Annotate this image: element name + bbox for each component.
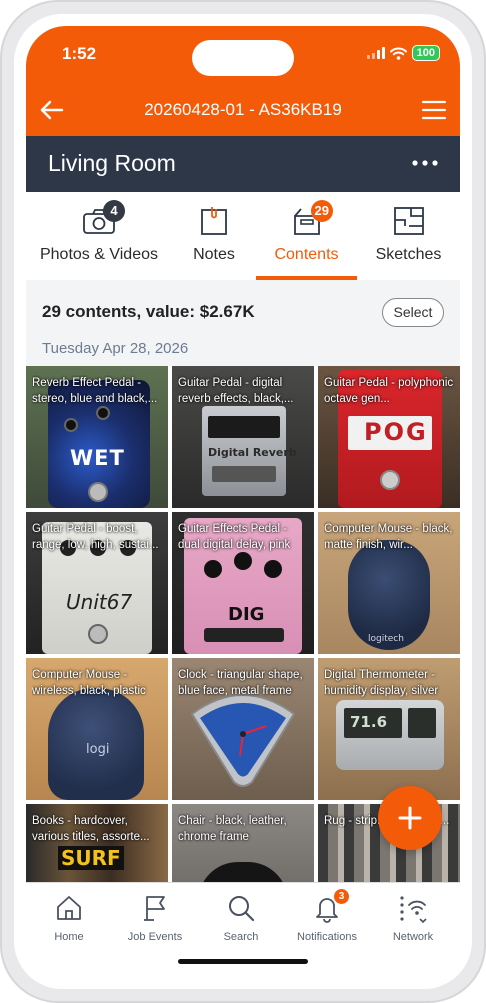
content-item-label: Guitar Pedal - polyphonic octave gen...: [324, 377, 454, 405]
nav-home[interactable]: Home: [26, 893, 112, 951]
nav-label: Job Events: [127, 931, 183, 943]
content-item-label: Digital Thermometer - humidity display, …: [324, 669, 439, 697]
photo-brand-text: 71.6: [350, 713, 388, 731]
more-options-button[interactable]: [408, 150, 442, 176]
plus-icon: [398, 806, 422, 830]
tab-label: Notes: [193, 246, 235, 263]
room-bar: Living Room: [26, 136, 460, 192]
contents-summary: 29 contents, value: $2.67K Select Tuesda…: [26, 280, 460, 366]
photo-brand-text: DIG: [228, 604, 265, 625]
select-button[interactable]: Select: [382, 298, 444, 327]
content-item-label: Guitar Pedal - boost, range, low, high, …: [32, 523, 159, 551]
tab-label: Contents: [274, 246, 339, 263]
content-item[interactable]: WET Reverb Effect Pedal - stereo, blue a…: [26, 366, 168, 508]
room-title: Living Room: [48, 150, 176, 176]
content-item-label: Books - hardcover, various titles, assor…: [32, 815, 150, 843]
content-item[interactable]: Digital Reverb Guitar Pedal - digital re…: [172, 366, 314, 508]
header-row: 20260428-01 - AS36KB19: [26, 86, 460, 134]
status-time: 1:52: [62, 44, 97, 63]
content-item-label: Chair - black, leather, chrome frame: [178, 815, 287, 843]
content-item-label: Clock - triangular shape, blue face, met…: [178, 669, 303, 697]
nav-network[interactable]: Network: [370, 893, 456, 951]
nav-label: Notifications: [297, 931, 357, 943]
home-indicator[interactable]: [178, 959, 308, 964]
flag-icon: [144, 896, 165, 921]
phone-bezel: 1:52 100 20260428-01 - AS36KB19 Living R…: [14, 14, 472, 989]
tab-sketches[interactable]: Sketches: [357, 192, 460, 280]
add-content-button[interactable]: [378, 786, 442, 850]
contents-count-badge: 29: [310, 200, 333, 222]
nav-label: Home: [54, 931, 84, 943]
camera-icon: 4: [81, 200, 125, 236]
content-item[interactable]: Clock - triangular shape, blue face, met…: [172, 658, 314, 800]
menu-button[interactable]: [418, 94, 450, 126]
content-item[interactable]: Chair - black, leather, chrome frame: [172, 804, 314, 886]
signal-icon: [366, 47, 385, 59]
content-item[interactable]: DIG Guitar Effects Pedal - dual digital …: [172, 512, 314, 654]
floorplan-icon: [391, 206, 427, 236]
box-icon: 29: [289, 200, 333, 236]
content-item-label: Guitar Pedal - digital reverb effects, b…: [178, 377, 294, 405]
content-item[interactable]: SURF Books - hardcover, various titles, …: [26, 804, 168, 886]
content-item-label: Computer Mouse - black, matte finish, wi…: [324, 523, 453, 551]
hamburger-icon: [421, 100, 447, 120]
status-icons: 100: [366, 45, 440, 61]
content-item[interactable]: logi Computer Mouse - wireless, black, p…: [26, 658, 168, 800]
app-screen: 1:52 100 20260428-01 - AS36KB19 Living R…: [26, 26, 460, 977]
photo-brand-text: Digital Reverb: [208, 446, 297, 459]
tab-photos-videos[interactable]: 4 Photos & Videos: [26, 192, 172, 280]
photo-brand-text: SURF: [58, 846, 124, 870]
notifications-badge: 3: [334, 889, 349, 904]
photo-brand-text: Unit67: [66, 590, 133, 614]
tab-contents[interactable]: 29 Contents: [256, 192, 357, 280]
content-item[interactable]: logitech Computer Mouse - black, matte f…: [318, 512, 460, 654]
contents-summary-text: 29 contents, value: $2.67K: [42, 302, 255, 321]
nav-search[interactable]: Search: [198, 893, 284, 951]
clock-photo: [190, 694, 296, 787]
content-item-label: Guitar Effects Pedal - dual digital dela…: [178, 523, 291, 551]
nav-job-events[interactable]: Job Events: [112, 893, 198, 951]
home-icon: [57, 896, 81, 920]
more-horizontal-icon: [412, 160, 438, 166]
content-item-label: Reverb Effect Pedal - stereo, blue and b…: [32, 377, 158, 405]
wifi-icon: [389, 47, 407, 60]
section-tabs: 4 Photos & Videos Notes 29 Contents Sket…: [26, 192, 460, 280]
tab-notes[interactable]: Notes: [172, 192, 256, 280]
content-item-label: Computer Mouse - wireless, black, plasti…: [32, 669, 146, 697]
photo-brand-text: WET: [70, 446, 125, 470]
notes-icon: [196, 206, 232, 236]
search-icon: [229, 896, 255, 922]
content-item[interactable]: POG Guitar Pedal - polyphonic octave gen…: [318, 366, 460, 508]
date-header: Tuesday Apr 28, 2026: [42, 340, 189, 357]
content-item[interactable]: Unit67 Guitar Pedal - boost, range, low,…: [26, 512, 168, 654]
header-title: 20260428-01 - AS36KB19: [144, 100, 342, 119]
photo-brand-text: POG: [364, 418, 428, 446]
photos-count-badge: 4: [103, 200, 125, 222]
nav-label: Network: [392, 931, 434, 943]
nav-label: Search: [223, 931, 259, 943]
bottom-nav: Home Job Events Search 3 Notifications N…: [26, 882, 460, 977]
photo-brand-text: logi: [86, 742, 110, 757]
tab-label: Photos & Videos: [39, 246, 158, 263]
network-icon: [400, 896, 427, 923]
app-header: 1:52 100 20260428-01 - AS36KB19: [26, 26, 460, 136]
content-item[interactable]: 71.6 Digital Thermometer - humidity disp…: [318, 658, 460, 800]
nav-notifications[interactable]: 3 Notifications: [284, 889, 370, 951]
dynamic-island: [192, 40, 294, 76]
battery-indicator: 100: [411, 45, 440, 61]
tab-label: Sketches: [375, 246, 442, 263]
photo-brand-text: logitech: [368, 634, 404, 644]
